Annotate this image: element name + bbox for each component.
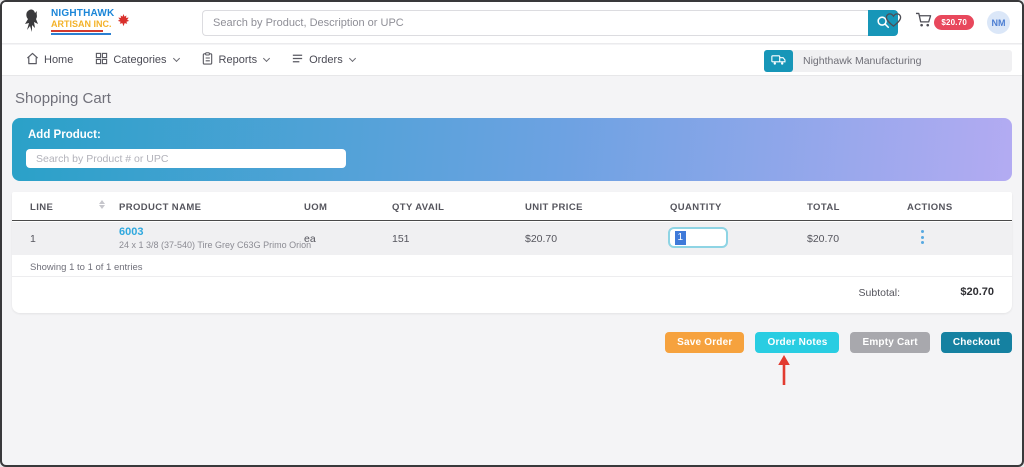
grid-icon [95, 52, 108, 68]
chevron-down-icon [173, 55, 180, 62]
truck-icon [771, 54, 786, 69]
nav-item-categories[interactable]: Categories [95, 52, 178, 68]
col-header-line[interactable]: LINE [30, 202, 53, 213]
col-header-actions[interactable]: ACTIONS [907, 202, 953, 213]
save-order-button[interactable]: Save Order [665, 332, 744, 353]
account-name: Nighthawk Manufacturing [803, 55, 921, 67]
annotation-arrow-up-icon [776, 354, 792, 391]
maple-leaf-icon [117, 14, 130, 32]
cell-product: 6003 24 x 1 3/8 (37-540) Tire Grey C63G … [119, 226, 311, 250]
cell-uom: ea [304, 233, 316, 245]
add-product-label: Add Product: [28, 129, 101, 141]
global-search [202, 10, 898, 36]
product-description: 24 x 1 3/8 (37-540) Tire Grey C63G Primo… [119, 240, 311, 250]
nav-items: Home Categories [26, 45, 355, 75]
global-search-input[interactable] [202, 10, 868, 36]
cart-table-card: LINE PRODUCT NAME UOM QTY AVAIL UNIT PRI… [12, 192, 1012, 313]
nav-label-reports: Reports [219, 54, 258, 66]
cell-qty-avail: 151 [392, 233, 410, 245]
subtotal-divider [12, 276, 1012, 277]
empty-cart-button[interactable]: Empty Cart [850, 332, 929, 353]
home-icon [26, 52, 39, 68]
cart-actions: Save Order Order Notes Empty Cart Checko… [665, 332, 1012, 353]
add-product-search-input[interactable] [26, 149, 346, 168]
ship-to-button[interactable] [764, 50, 793, 72]
order-notes-button[interactable]: Order Notes [755, 332, 839, 353]
subtotal-label: Subtotal: [859, 287, 900, 299]
nav-item-reports[interactable]: Reports [201, 52, 270, 68]
logo-tagline-rule-red [51, 30, 103, 32]
nav-bar: Home Categories [2, 45, 1022, 76]
product-code-link[interactable]: 6003 [119, 226, 311, 238]
sort-icon[interactable] [99, 200, 105, 209]
cell-unit-price: $20.70 [525, 233, 557, 245]
quantity-value-selected: 1 [675, 231, 686, 245]
col-header-uom[interactable]: UOM [304, 202, 327, 213]
cart-total-badge: $20.70 [934, 15, 974, 30]
clipboard-icon [201, 52, 214, 68]
logo-name-top: NIGHTHAWK [51, 9, 114, 20]
nav-label-categories: Categories [113, 54, 166, 66]
page-title: Shopping Cart [15, 90, 111, 107]
entries-summary: Showing 1 to 1 of 1 entries [30, 262, 143, 273]
shopping-cart-icon [915, 12, 932, 33]
app-window: NIGHTHAWK ARTISAN INC. [0, 0, 1024, 467]
logo-text: NIGHTHAWK ARTISAN INC. [51, 9, 114, 35]
wishlist-heart-icon[interactable] [885, 12, 902, 33]
col-header-quantity[interactable]: QUANTITY [670, 202, 722, 213]
col-header-total[interactable]: TOTAL [807, 202, 840, 213]
col-header-qty-avail[interactable]: QTY AVAIL [392, 202, 444, 213]
nav-label-home: Home [44, 54, 73, 66]
account-selector[interactable]: Nighthawk Manufacturing [764, 50, 1012, 72]
checkout-button[interactable]: Checkout [941, 332, 1012, 353]
cell-total: $20.70 [807, 233, 839, 245]
col-header-product[interactable]: PRODUCT NAME [119, 202, 201, 213]
chevron-down-icon [349, 55, 356, 62]
table-row: 1 6003 24 x 1 3/8 (37-540) Tire Grey C63… [12, 222, 1012, 255]
logo-tagline-rule-blue [51, 33, 111, 35]
top-header: NIGHTHAWK ARTISAN INC. [2, 2, 1022, 44]
cell-line: 1 [30, 233, 36, 245]
col-header-unit-price[interactable]: UNIT PRICE [525, 202, 583, 213]
eagle-logo-icon [24, 6, 48, 41]
header-icons: $20.70 NM [885, 11, 1010, 34]
cart-button[interactable]: $20.70 [915, 12, 974, 33]
logo-name-bottom: ARTISAN INC. [51, 20, 114, 29]
company-logo[interactable]: NIGHTHAWK ARTISAN INC. [24, 6, 130, 41]
chevron-down-icon [263, 55, 270, 62]
nav-item-home[interactable]: Home [26, 52, 73, 68]
add-product-banner: Add Product: [12, 118, 1012, 181]
subtotal-value: $20.70 [960, 286, 994, 298]
quantity-input[interactable]: 1 [668, 227, 728, 248]
table-header-row: LINE PRODUCT NAME UOM QTY AVAIL UNIT PRI… [12, 192, 1012, 221]
user-avatar[interactable]: NM [987, 11, 1010, 34]
nav-label-orders: Orders [309, 54, 343, 66]
nav-item-orders[interactable]: Orders [291, 52, 355, 68]
row-actions-kebab-icon[interactable] [921, 230, 924, 244]
list-icon [291, 52, 304, 68]
